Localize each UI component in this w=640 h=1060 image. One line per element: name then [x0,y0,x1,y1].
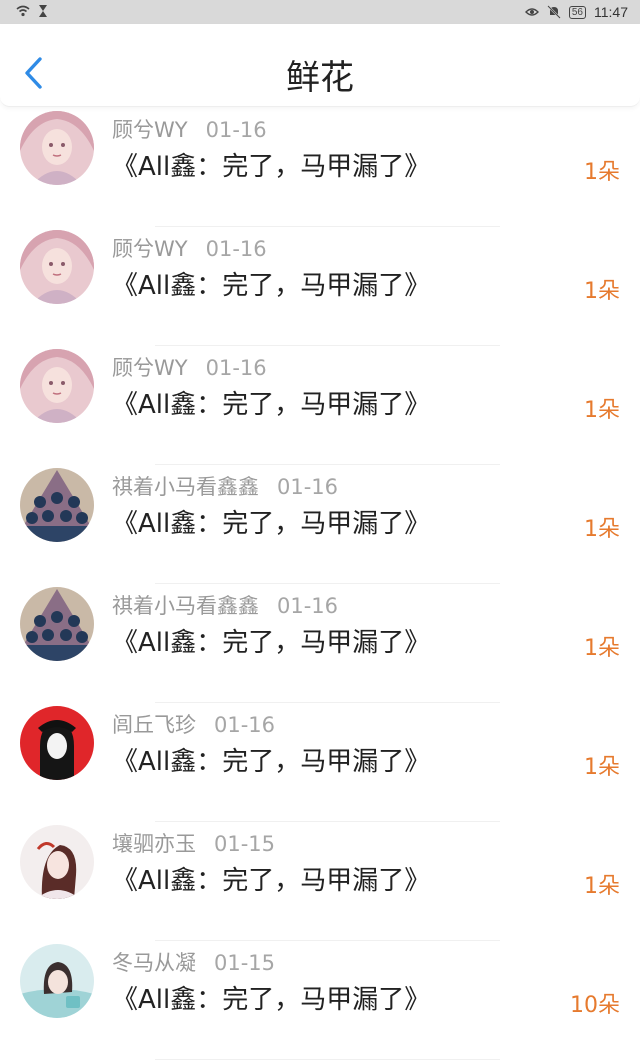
date-label: 01-15 [214,832,276,856]
list-item[interactable]: 顾兮WY 01-16 《All鑫：完了，马甲漏了》 1朵 [0,108,640,227]
list-item[interactable]: 冬马从凝 01-15 《All鑫：完了，马甲漏了》 10朵 [0,941,640,1060]
date-label: 01-16 [205,356,267,380]
page-title: 鲜花 [286,58,354,98]
work-title[interactable]: 《All鑫：完了，马甲漏了》 [112,979,430,1016]
username[interactable]: 顾兮WY [112,356,188,380]
nav-header: 鲜花 [0,24,640,107]
date-label: 01-16 [205,118,267,142]
date-label: 01-16 [214,713,276,737]
pink-girl-avatar[interactable] [20,230,94,304]
woman-portrait-avatar[interactable] [20,825,94,899]
flower-count: 1朵 [584,755,620,780]
work-title[interactable]: 《All鑫：完了，马甲漏了》 [112,622,430,659]
flower-count: 1朵 [584,398,620,423]
hourglass-icon [39,5,47,17]
flower-count: 1朵 [584,279,620,304]
list-item[interactable]: 闾丘飞珍 01-16 《All鑫：完了，马甲漏了》 1朵 [0,703,640,822]
work-title[interactable]: 《All鑫：完了，马甲漏了》 [112,265,430,302]
date-label: 01-16 [277,594,339,618]
mute-bell-icon [547,5,561,19]
date-label: 01-15 [214,951,276,975]
flower-list: 顾兮WY 01-16 《All鑫：完了，马甲漏了》 1朵 顾兮WY 01-16 《A… [0,108,640,1060]
username[interactable]: 冬马从凝 [112,951,196,975]
work-title[interactable]: 《All鑫：完了，马甲漏了》 [112,503,430,540]
date-label: 01-16 [205,237,267,261]
work-title[interactable]: 《All鑫：完了，马甲漏了》 [112,860,430,897]
pink-girl-avatar[interactable] [20,349,94,423]
clock: 11:47 [594,4,628,20]
status-bar: 56 11:47 [0,0,640,24]
list-item[interactable]: 祺着小马看鑫鑫 01-16 《All鑫：完了，马甲漏了》 1朵 [0,584,640,703]
red-anime-avatar[interactable] [20,706,94,780]
list-item[interactable]: 顾兮WY 01-16 《All鑫：完了，马甲漏了》 1朵 [0,346,640,465]
work-title[interactable]: 《All鑫：完了，马甲漏了》 [112,146,430,183]
list-item[interactable]: 壤驷亦玉 01-15 《All鑫：完了，马甲漏了》 1朵 [0,822,640,941]
group-avatar[interactable] [20,468,94,542]
work-title[interactable]: 《All鑫：完了，马甲漏了》 [112,384,430,421]
battery-level: 56 [568,5,586,19]
list-item[interactable]: 祺着小马看鑫鑫 01-16 《All鑫：完了，马甲漏了》 1朵 [0,465,640,584]
wifi-icon [16,5,30,17]
username[interactable]: 顾兮WY [112,118,188,142]
username[interactable]: 顾兮WY [112,237,188,261]
flower-count: 1朵 [584,636,620,661]
flower-count: 10朵 [570,993,620,1018]
date-label: 01-16 [277,475,339,499]
list-item[interactable]: 顾兮WY 01-16 《All鑫：完了，马甲漏了》 1朵 [0,227,640,346]
username[interactable]: 祺着小马看鑫鑫 [112,594,259,618]
pink-girl-avatar[interactable] [20,111,94,185]
teal-portrait-avatar[interactable] [20,944,94,1018]
flower-count: 1朵 [584,160,620,185]
work-title[interactable]: 《All鑫：完了，马甲漏了》 [112,741,430,778]
group-avatar[interactable] [20,587,94,661]
username[interactable]: 闾丘飞珍 [112,713,196,737]
flower-count: 1朵 [584,517,620,542]
username[interactable]: 壤驷亦玉 [112,832,196,856]
username[interactable]: 祺着小马看鑫鑫 [112,475,259,499]
eye-icon [524,8,539,16]
flower-count: 1朵 [584,874,620,899]
